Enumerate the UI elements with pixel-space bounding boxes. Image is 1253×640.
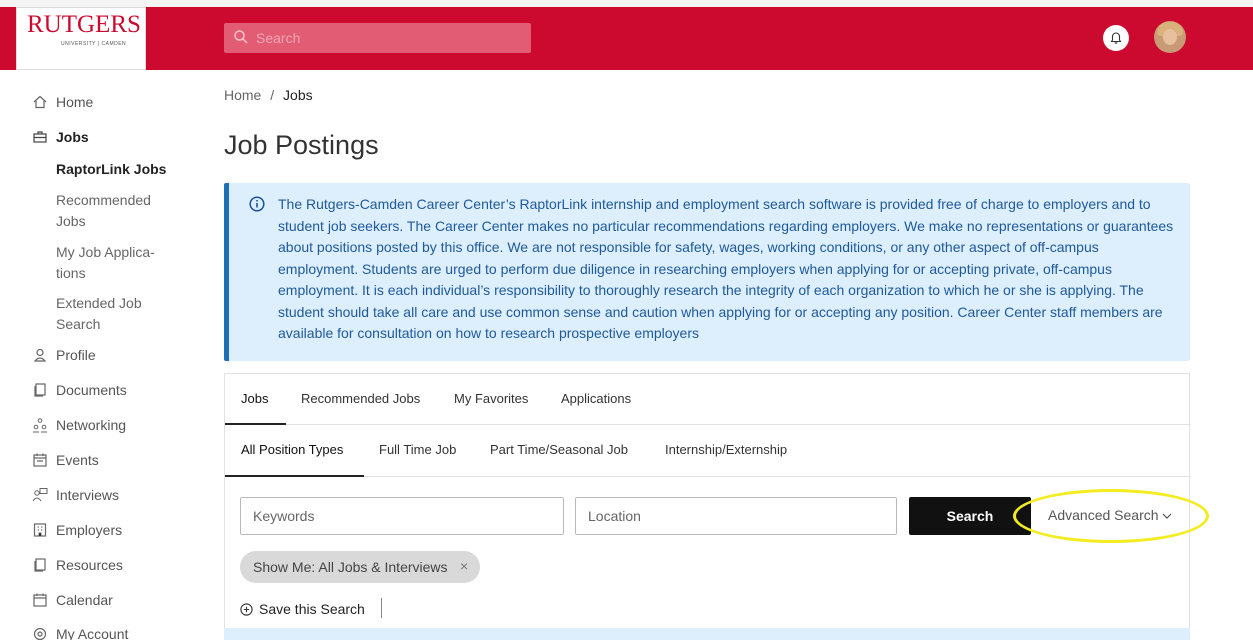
avatar-face [1163, 29, 1177, 45]
employers-icon [33, 523, 47, 537]
sidebar-subitem-extended-job-search[interactable]: Extended Job Search [56, 293, 142, 335]
sidebar-item-label: Jobs [56, 129, 89, 145]
breadcrumb-home[interactable]: Home [224, 87, 261, 103]
sidebar-item-label: Profile [56, 347, 96, 363]
global-search-input[interactable]: Search [224, 23, 531, 53]
sidebar-item-label: Home [56, 94, 94, 110]
filter-chip-label: Show Me: All Jobs & Interviews [253, 559, 448, 575]
bell-icon [1110, 32, 1122, 44]
sidebar-subitem-recommended-jobs[interactable]: Recommended Jobs [56, 190, 151, 232]
tab-internship-externship[interactable]: Internship/Externship [665, 442, 787, 457]
sidebar-subitem-label-line1: Recommended [56, 192, 151, 208]
breadcrumb-current: Jobs [283, 87, 313, 103]
browser-top-strip [0, 0, 1253, 7]
tab-full-time-job[interactable]: Full Time Job [379, 442, 456, 457]
global-search-placeholder: Search [256, 30, 301, 46]
profile-icon [33, 348, 47, 362]
app-header: RUTGERS UNIVERSITY | CAMDEN Search [0, 7, 1253, 70]
sidebar-item-jobs[interactable]: Jobs [32, 129, 89, 145]
notifications-button[interactable] [1103, 25, 1129, 51]
rutgers-logo[interactable]: RUTGERS UNIVERSITY | CAMDEN [16, 7, 146, 70]
briefcase-icon [33, 131, 47, 143]
results-info-bar [224, 628, 1190, 640]
tab-applications[interactable]: Applications [561, 391, 631, 406]
search-icon [234, 30, 248, 44]
breadcrumb: Home / Jobs [224, 87, 313, 103]
sidebar-item-events[interactable]: Events [32, 452, 99, 468]
sidebar-item-label: Networking [56, 417, 127, 433]
logo-wordmark: RUTGERS [27, 11, 141, 38]
tab-jobs[interactable]: Jobs [241, 391, 268, 406]
sidebar-subitem-label-line1: Extended Job [56, 295, 142, 311]
tab-all-position-types[interactable]: All Position Types [241, 442, 343, 457]
tab-part-time-seasonal-job[interactable]: Part Time/Seasonal Job [490, 442, 628, 457]
disclaimer-text: The Rutgers-Camden Career Center’s Rapto… [278, 196, 1174, 341]
sidebar-item-resources[interactable]: Resources [32, 557, 123, 573]
divider [381, 598, 382, 618]
sidebar-subitem-my-job-applications[interactable]: My Job Applica- tions [56, 242, 155, 284]
sidebar-item-documents[interactable]: Documents [32, 382, 127, 398]
sidebar-item-my-account[interactable]: My Account [32, 626, 128, 640]
account-icon [33, 627, 47, 640]
sidebar-item-label: Employers [56, 522, 123, 538]
sidebar-item-label: Calendar [56, 592, 113, 608]
active-position-tab-indicator [225, 475, 364, 477]
events-icon [33, 453, 47, 467]
sidebar-item-interviews[interactable]: Interviews [32, 487, 119, 503]
sidebar-subitem-label-line2: tions [56, 265, 86, 281]
logo-subtitle: UNIVERSITY | CAMDEN [61, 41, 127, 47]
sidebar-item-label: Interviews [56, 487, 120, 503]
plus-circle-icon [240, 602, 253, 616]
sidebar-subitem-raptorlink-jobs[interactable]: RaptorLink Jobs [56, 159, 166, 180]
sidebar-subitem-label-line2: Jobs [56, 213, 86, 229]
keywords-placeholder: Keywords [253, 508, 315, 524]
sidebar-item-employers[interactable]: Employers [32, 522, 122, 538]
calendar-icon [33, 593, 47, 607]
filter-chip[interactable]: Show Me: All Jobs & Interviews × [240, 551, 480, 583]
documents-icon [34, 383, 46, 397]
location-placeholder: Location [588, 508, 641, 524]
save-search-label: Save this Search [259, 601, 365, 617]
position-type-tabs: All Position Types Full Time Job Part Ti… [225, 425, 1191, 477]
interviews-icon [32, 488, 48, 502]
sidebar-item-label: Resources [56, 557, 123, 573]
info-icon [249, 196, 265, 212]
sidebar-item-label: Events [56, 452, 99, 468]
job-tabs: Jobs Recommended Jobs My Favorites Appli… [225, 374, 1191, 425]
disclaimer-notice: The Rutgers-Camden Career Center’s Rapto… [224, 183, 1190, 361]
sidebar-subitem-label-line2: Search [56, 316, 101, 332]
keywords-input[interactable]: Keywords [240, 497, 564, 535]
home-icon [33, 95, 47, 109]
sidebar-item-profile[interactable]: Profile [32, 347, 96, 363]
sidebar-item-home[interactable]: Home [32, 94, 93, 110]
tab-my-favorites[interactable]: My Favorites [454, 391, 528, 406]
resources-icon [34, 558, 46, 572]
sidebar-item-label: My Account [56, 626, 129, 640]
sidebar-item-label: Documents [56, 382, 127, 398]
page-title: Job Postings [224, 130, 379, 160]
location-input[interactable]: Location [575, 497, 897, 535]
breadcrumb-separator: / [270, 87, 275, 103]
sidebar-subitem-label-line1: My Job Applica- [56, 244, 155, 260]
save-search-button[interactable]: Save this Search [240, 601, 365, 617]
user-avatar[interactable] [1154, 21, 1186, 53]
networking-icon [33, 418, 47, 433]
highlight-annotation-ellipse [1013, 489, 1209, 543]
tab-recommended-jobs[interactable]: Recommended Jobs [301, 391, 420, 406]
sidebar-item-networking[interactable]: Networking [32, 417, 126, 433]
remove-filter-icon[interactable]: × [460, 558, 468, 574]
sidebar-item-calendar[interactable]: Calendar [32, 592, 113, 608]
